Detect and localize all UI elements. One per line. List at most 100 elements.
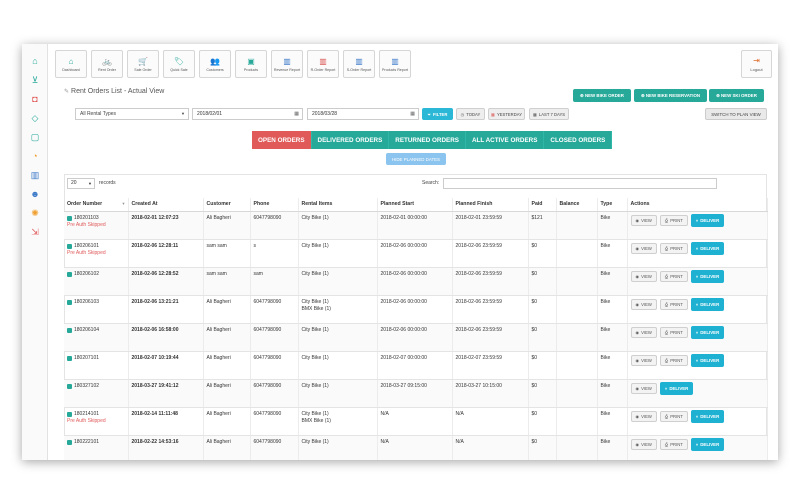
home-icon[interactable]: ⌂ <box>22 52 48 71</box>
toolbar-button-r-order-report[interactable]: ▥ R-Order Report <box>307 50 339 78</box>
print-button[interactable]: ⎙ PRINT <box>659 326 688 338</box>
page-length-select[interactable]: 20 ▼ <box>67 178 95 189</box>
tab-delivered-orders[interactable]: DELIVERED ORDERS <box>311 131 390 149</box>
deliver-button[interactable]: » DELIVER <box>690 325 725 339</box>
switch-plan-view-button[interactable]: SWITCH TO PLAN VIEW <box>705 108 767 120</box>
rental-type-select[interactable]: All Rental Types ▼ <box>75 108 189 120</box>
camera-icon[interactable]: ◘ <box>22 90 48 109</box>
toolbar-button-dashboard[interactable]: ⌂ Dashboard <box>55 50 87 78</box>
paid-cell: $0 <box>528 351 557 380</box>
view-button[interactable]: ◉ VIEW <box>630 326 657 338</box>
column-header-balance[interactable]: Balance <box>556 198 598 212</box>
print-button[interactable]: ⎙ PRINT <box>659 242 688 254</box>
column-header-label: Customer <box>206 201 231 208</box>
calendar-icon: ▦ <box>532 111 537 117</box>
view-button[interactable]: ◉ VIEW <box>630 410 657 422</box>
print-button[interactable]: ⎙ PRINT <box>659 298 688 310</box>
deliver-button[interactable]: » DELIVER <box>690 437 725 451</box>
order-number[interactable]: 180207101 <box>67 355 125 362</box>
order-number[interactable]: 180201103 <box>67 215 125 222</box>
tab-closed-orders[interactable]: CLOSED ORDERS <box>544 131 613 149</box>
toolbar-button-products-report[interactable]: ▥ Products Report <box>379 50 411 78</box>
layers-icon[interactable]: ◇ <box>22 109 48 128</box>
order-number[interactable]: 180214101 <box>67 411 125 418</box>
toolbar-button-label: Products Report <box>382 67 408 72</box>
view-button[interactable]: ◉ VIEW <box>630 382 657 394</box>
new-bike-reservation-button[interactable]: ⊕ NEW BIKE RESERVATION <box>634 89 707 102</box>
view-button[interactable]: ◉ VIEW <box>630 242 657 254</box>
sort-desc-icon[interactable]: ▼ <box>122 201 126 206</box>
view-button[interactable]: ◉ VIEW <box>630 214 657 226</box>
order-number-text: 180222101 <box>74 438 100 445</box>
deliver-button[interactable]: » DELIVER <box>690 269 725 283</box>
last-7-days-button[interactable]: ▦ LAST 7 DAYS <box>529 108 569 120</box>
order-number[interactable]: 180206104 <box>67 327 125 334</box>
column-header-customer[interactable]: Customer <box>203 198 251 212</box>
cart-icon[interactable]: ⊻ <box>22 71 48 90</box>
toolbar-button-sale-order[interactable]: 🛒 Sale Order <box>127 50 159 78</box>
settings-icon[interactable]: ✺ <box>22 204 48 223</box>
toolbar-button-products[interactable]: ▣ Products <box>235 50 267 78</box>
column-header-type[interactable]: Type <box>597 198 628 212</box>
toolbar-button-quick-sale[interactable]: 🏷 Quick Sale <box>163 50 195 78</box>
box-icon[interactable]: ▢ <box>22 128 48 147</box>
deliver-button[interactable]: » DELIVER <box>659 381 694 395</box>
toolbar-button-revenue-report[interactable]: ▥ Revenue Report <box>271 50 303 78</box>
print-button[interactable]: ⎙ PRINT <box>659 270 688 282</box>
toolbar-button-customers[interactable]: 👥 Customers <box>199 50 231 78</box>
column-header-order-number[interactable]: Order Number ▼ <box>64 198 129 212</box>
print-button[interactable]: ⎙ PRINT <box>659 354 688 366</box>
calendar-icon[interactable]: ▦ <box>294 109 299 119</box>
logout-button[interactable]: ⇥ Logout <box>741 50 772 78</box>
column-header-planned-finish[interactable]: Planned Finish <box>452 198 529 212</box>
column-header-planned-start[interactable]: Planned Start <box>377 198 453 212</box>
new-bike-order-button[interactable]: ⊕ NEW BIKE ORDER <box>573 89 631 102</box>
print-button[interactable]: ⎙ PRINT <box>659 410 688 422</box>
deliver-button[interactable]: » DELIVER <box>690 353 725 367</box>
date-from-input[interactable]: 2018/02/01 ▦ <box>192 108 303 120</box>
order-number[interactable]: 180206103 <box>67 299 125 306</box>
deliver-button[interactable]: » DELIVER <box>690 409 725 423</box>
new-ski-order-button[interactable]: ⊕ NEW SKI ORDER <box>709 89 764 102</box>
column-header-phone[interactable]: Phone <box>250 198 299 212</box>
phone-cell: 6047798090 <box>250 435 299 460</box>
print-button[interactable]: ⎙ PRINT <box>659 214 688 226</box>
order-number-text: 180207101 <box>74 354 100 361</box>
column-header-actions[interactable]: Actions <box>627 198 768 212</box>
search-input[interactable] <box>443 178 717 189</box>
toolbar-button-rent-order[interactable]: 🚲 Rent Order <box>91 50 123 78</box>
tab-open-orders[interactable]: OPEN ORDERS <box>252 131 312 149</box>
order-number-text: 180327102 <box>74 382 100 389</box>
order-number[interactable]: 180206101 <box>67 243 125 250</box>
date-to-input[interactable]: 2018/03/28 ▦ <box>307 108 419 120</box>
column-header-paid[interactable]: Paid <box>528 198 557 212</box>
tab-all-active-orders[interactable]: ALL ACTIVE ORDERS <box>465 131 545 149</box>
order-number[interactable]: 180327102 <box>67 383 125 390</box>
tab-returned-orders[interactable]: RETURNED ORDERS <box>389 131 466 149</box>
bell-icon[interactable]: ◔ <box>22 147 48 166</box>
order-number[interactable]: 180222101 <box>67 439 125 446</box>
deliver-button[interactable]: » DELIVER <box>690 213 725 227</box>
hide-planned-dates-button[interactable]: HIDE PLANNED DATES <box>386 153 446 165</box>
deliver-button[interactable]: » DELIVER <box>690 241 725 255</box>
view-button[interactable]: ◉ VIEW <box>630 354 657 366</box>
column-header-rental-items[interactable]: Rental Items <box>298 198 378 212</box>
filter-button[interactable]: ⏷ FILTER <box>422 108 453 120</box>
today-button[interactable]: ◷ TODAY <box>456 108 485 120</box>
toolbar-button-s-order-report[interactable]: ▥ S-Order Report <box>343 50 375 78</box>
view-button[interactable]: ◉ VIEW <box>630 438 657 450</box>
logout-icon[interactable]: ⇲ <box>22 223 48 242</box>
order-number-cell: 180214101 Pre Auth Skipped <box>64 407 129 436</box>
yesterday-button[interactable]: ▦ YESTERDAY <box>488 108 525 120</box>
deliver-button[interactable]: » DELIVER <box>690 297 725 311</box>
view-button[interactable]: ◉ VIEW <box>630 270 657 282</box>
print-button[interactable]: ⎙ PRINT <box>659 438 688 450</box>
today-label: TODAY <box>466 111 481 117</box>
view-button[interactable]: ◉ VIEW <box>630 298 657 310</box>
actions-cell: ◉ VIEW ⎙ PRINT» DELIVER <box>627 267 768 296</box>
calendar-icon[interactable]: ▦ <box>410 109 415 119</box>
chart-icon[interactable]: ▥ <box>22 166 48 185</box>
column-header-created-at[interactable]: Created At <box>128 198 204 212</box>
order-number[interactable]: 180206102 <box>67 271 125 278</box>
users-icon[interactable]: ☻ <box>22 185 48 204</box>
